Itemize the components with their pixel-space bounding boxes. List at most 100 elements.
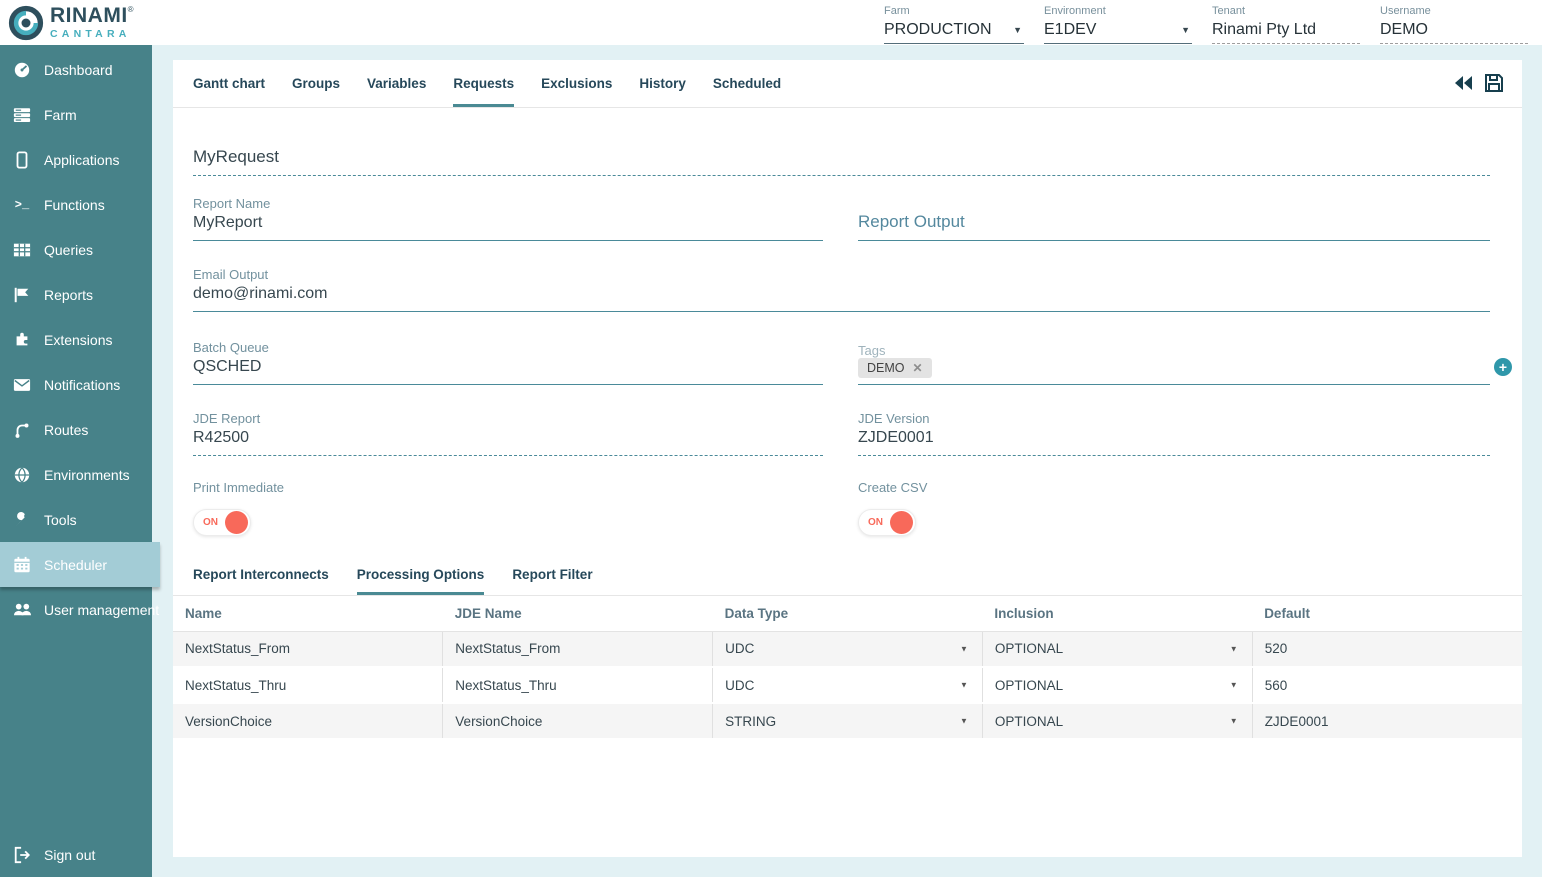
sidebar-item-applications[interactable]: Applications bbox=[0, 137, 152, 182]
sidebar-item-environments[interactable]: Environments bbox=[0, 452, 152, 497]
tab-requests[interactable]: Requests bbox=[453, 60, 514, 107]
toggle-knob bbox=[890, 511, 913, 534]
inclusion-select[interactable]: OPTIONAL▼ bbox=[982, 703, 1252, 739]
sign-out-icon bbox=[12, 845, 32, 865]
toggle-on-label: ON bbox=[203, 517, 218, 528]
sidebar-item-queries[interactable]: Queries bbox=[0, 227, 152, 272]
farm-label: Farm bbox=[884, 5, 1024, 17]
create-csv-toggle[interactable]: ON bbox=[858, 509, 916, 536]
sidebar-item-dashboard[interactable]: Dashboard bbox=[0, 47, 152, 92]
table-header-row: Name JDE Name Data Type Inclusion Defaul… bbox=[173, 596, 1522, 631]
name-cell: NextStatus_From bbox=[173, 631, 443, 667]
sidebar-item-label: Sign out bbox=[44, 847, 95, 863]
batch-queue-value: QSCHED bbox=[193, 355, 823, 384]
default-cell[interactable]: ZJDE0001 bbox=[1252, 703, 1522, 739]
jde-report-label: JDE Report bbox=[193, 411, 823, 426]
chevron-down-icon: ▼ bbox=[960, 717, 968, 726]
rewind-icon[interactable] bbox=[1451, 71, 1475, 95]
default-cell[interactable]: 560 bbox=[1252, 667, 1522, 703]
sidebar-item-extensions[interactable]: Extensions bbox=[0, 317, 152, 362]
sidebar-item-notifications[interactable]: Notifications bbox=[0, 362, 152, 407]
sidebar-item-reports[interactable]: Reports bbox=[0, 272, 152, 317]
sidebar-item-routes[interactable]: Routes bbox=[0, 407, 152, 452]
print-immediate-group: Print Immediate ON bbox=[193, 480, 823, 536]
tab-history[interactable]: History bbox=[639, 60, 686, 107]
tab-scheduled[interactable]: Scheduled bbox=[713, 60, 781, 107]
sidebar-item-tools[interactable]: Tools bbox=[0, 497, 152, 542]
sidebar-item-label: Extensions bbox=[44, 332, 112, 348]
inclusion-select[interactable]: OPTIONAL▼ bbox=[982, 667, 1252, 703]
report-name-field[interactable]: Report Name MyReport bbox=[193, 196, 823, 241]
routes-branch-icon bbox=[12, 420, 32, 440]
brand-subname: CANTARA bbox=[50, 29, 134, 40]
sidebar-spacer bbox=[0, 632, 152, 832]
sidebar-item-farm[interactable]: Farm bbox=[0, 92, 152, 137]
save-icon[interactable] bbox=[1482, 71, 1506, 95]
tab-gantt-chart[interactable]: Gantt chart bbox=[193, 60, 265, 107]
name-cell: NextStatus_Thru bbox=[173, 667, 443, 703]
tag-chip-list: DEMO ✕ bbox=[858, 358, 1490, 384]
environment-label: Environment bbox=[1044, 5, 1192, 17]
subtab-report-filter[interactable]: Report Filter bbox=[512, 554, 592, 595]
tags-field[interactable]: Tags DEMO ✕ + bbox=[858, 343, 1490, 385]
add-tag-icon[interactable]: + bbox=[1494, 358, 1512, 376]
jde-report-field[interactable]: JDE Report R42500 bbox=[193, 411, 823, 456]
request-name-field[interactable]: MyRequest bbox=[193, 144, 1490, 176]
request-tabs: Gantt chart Groups Variables Requests Ex… bbox=[173, 60, 1522, 108]
batch-queue-label: Batch Queue bbox=[193, 340, 823, 355]
extensions-puzzle-icon bbox=[12, 330, 32, 350]
username-field[interactable]: Username DEMO bbox=[1380, 5, 1528, 44]
environment-select[interactable]: Environment E1DEV ▼ bbox=[1044, 5, 1192, 44]
data-type-select[interactable]: UDC▼ bbox=[713, 667, 983, 703]
tags-label: Tags bbox=[858, 343, 1490, 358]
close-icon[interactable]: ✕ bbox=[913, 361, 923, 375]
brand-name: RINAMI bbox=[50, 5, 128, 26]
jde-report-value: R42500 bbox=[193, 426, 823, 455]
data-type-select[interactable]: UDC▼ bbox=[713, 631, 983, 667]
sidebar-item-sign-out[interactable]: Sign out bbox=[0, 832, 152, 877]
jde-version-value: ZJDE0001 bbox=[858, 426, 1490, 455]
sidebar-item-label: User management bbox=[44, 602, 159, 618]
rinami-logo-icon bbox=[8, 5, 44, 41]
applications-device-icon bbox=[12, 150, 32, 170]
table-row: VersionChoice VersionChoice STRING▼ OPTI… bbox=[173, 703, 1522, 739]
tab-exclusions[interactable]: Exclusions bbox=[541, 60, 612, 107]
chevron-down-icon: ▼ bbox=[1230, 644, 1238, 653]
column-header-data-type: Data Type bbox=[713, 596, 983, 631]
print-immediate-toggle[interactable]: ON bbox=[193, 509, 251, 536]
sidebar-item-scheduler[interactable]: Scheduler bbox=[0, 542, 160, 587]
email-output-field[interactable]: Email Output demo@rinami.com bbox=[193, 267, 1490, 312]
sidebar-item-user-management[interactable]: User management bbox=[0, 587, 152, 632]
subtab-report-interconnects[interactable]: Report Interconnects bbox=[193, 554, 329, 595]
sidebar-item-label: Functions bbox=[44, 197, 105, 213]
sidebar-nav: Dashboard Farm Applications >_ Functions… bbox=[0, 45, 152, 877]
user-management-icon bbox=[12, 600, 32, 620]
tenant-field[interactable]: Tenant Rinami Pty Ltd bbox=[1212, 5, 1360, 44]
session-fields: Farm PRODUCTION ▼ Environment E1DEV ▼ Te… bbox=[884, 5, 1528, 44]
default-cell[interactable]: 520 bbox=[1252, 631, 1522, 667]
tab-variables[interactable]: Variables bbox=[367, 60, 426, 107]
inclusion-select[interactable]: OPTIONAL▼ bbox=[982, 631, 1252, 667]
jde-version-field[interactable]: JDE Version ZJDE0001 bbox=[858, 411, 1490, 456]
farm-select[interactable]: Farm PRODUCTION ▼ bbox=[884, 5, 1024, 44]
tag-chip: DEMO ✕ bbox=[858, 358, 932, 378]
data-type-select[interactable]: STRING▼ bbox=[713, 703, 983, 739]
farm-servers-icon bbox=[12, 105, 32, 125]
subtab-processing-options[interactable]: Processing Options bbox=[357, 554, 485, 595]
options-subtabs: Report Interconnects Processing Options … bbox=[173, 554, 1522, 596]
sidebar-item-label: Tools bbox=[44, 512, 77, 528]
name-cell: VersionChoice bbox=[173, 703, 443, 739]
app-logo: RINAMI ® CANTARA bbox=[8, 5, 134, 41]
report-output-field[interactable]: Report Output bbox=[858, 209, 1490, 241]
sidebar-item-label: Notifications bbox=[44, 377, 120, 393]
queries-table-icon bbox=[12, 240, 32, 260]
chevron-down-icon: ▼ bbox=[1230, 717, 1238, 726]
main-area: Gantt chart Groups Variables Requests Ex… bbox=[152, 45, 1542, 877]
farm-value: PRODUCTION bbox=[884, 21, 992, 39]
batch-queue-field[interactable]: Batch Queue QSCHED bbox=[193, 340, 823, 385]
sidebar-item-label: Reports bbox=[44, 287, 93, 303]
tab-groups[interactable]: Groups bbox=[292, 60, 340, 107]
content-card: Gantt chart Groups Variables Requests Ex… bbox=[173, 60, 1522, 857]
sidebar-item-functions[interactable]: >_ Functions bbox=[0, 182, 152, 227]
report-output-placeholder: Report Output bbox=[858, 209, 1490, 240]
